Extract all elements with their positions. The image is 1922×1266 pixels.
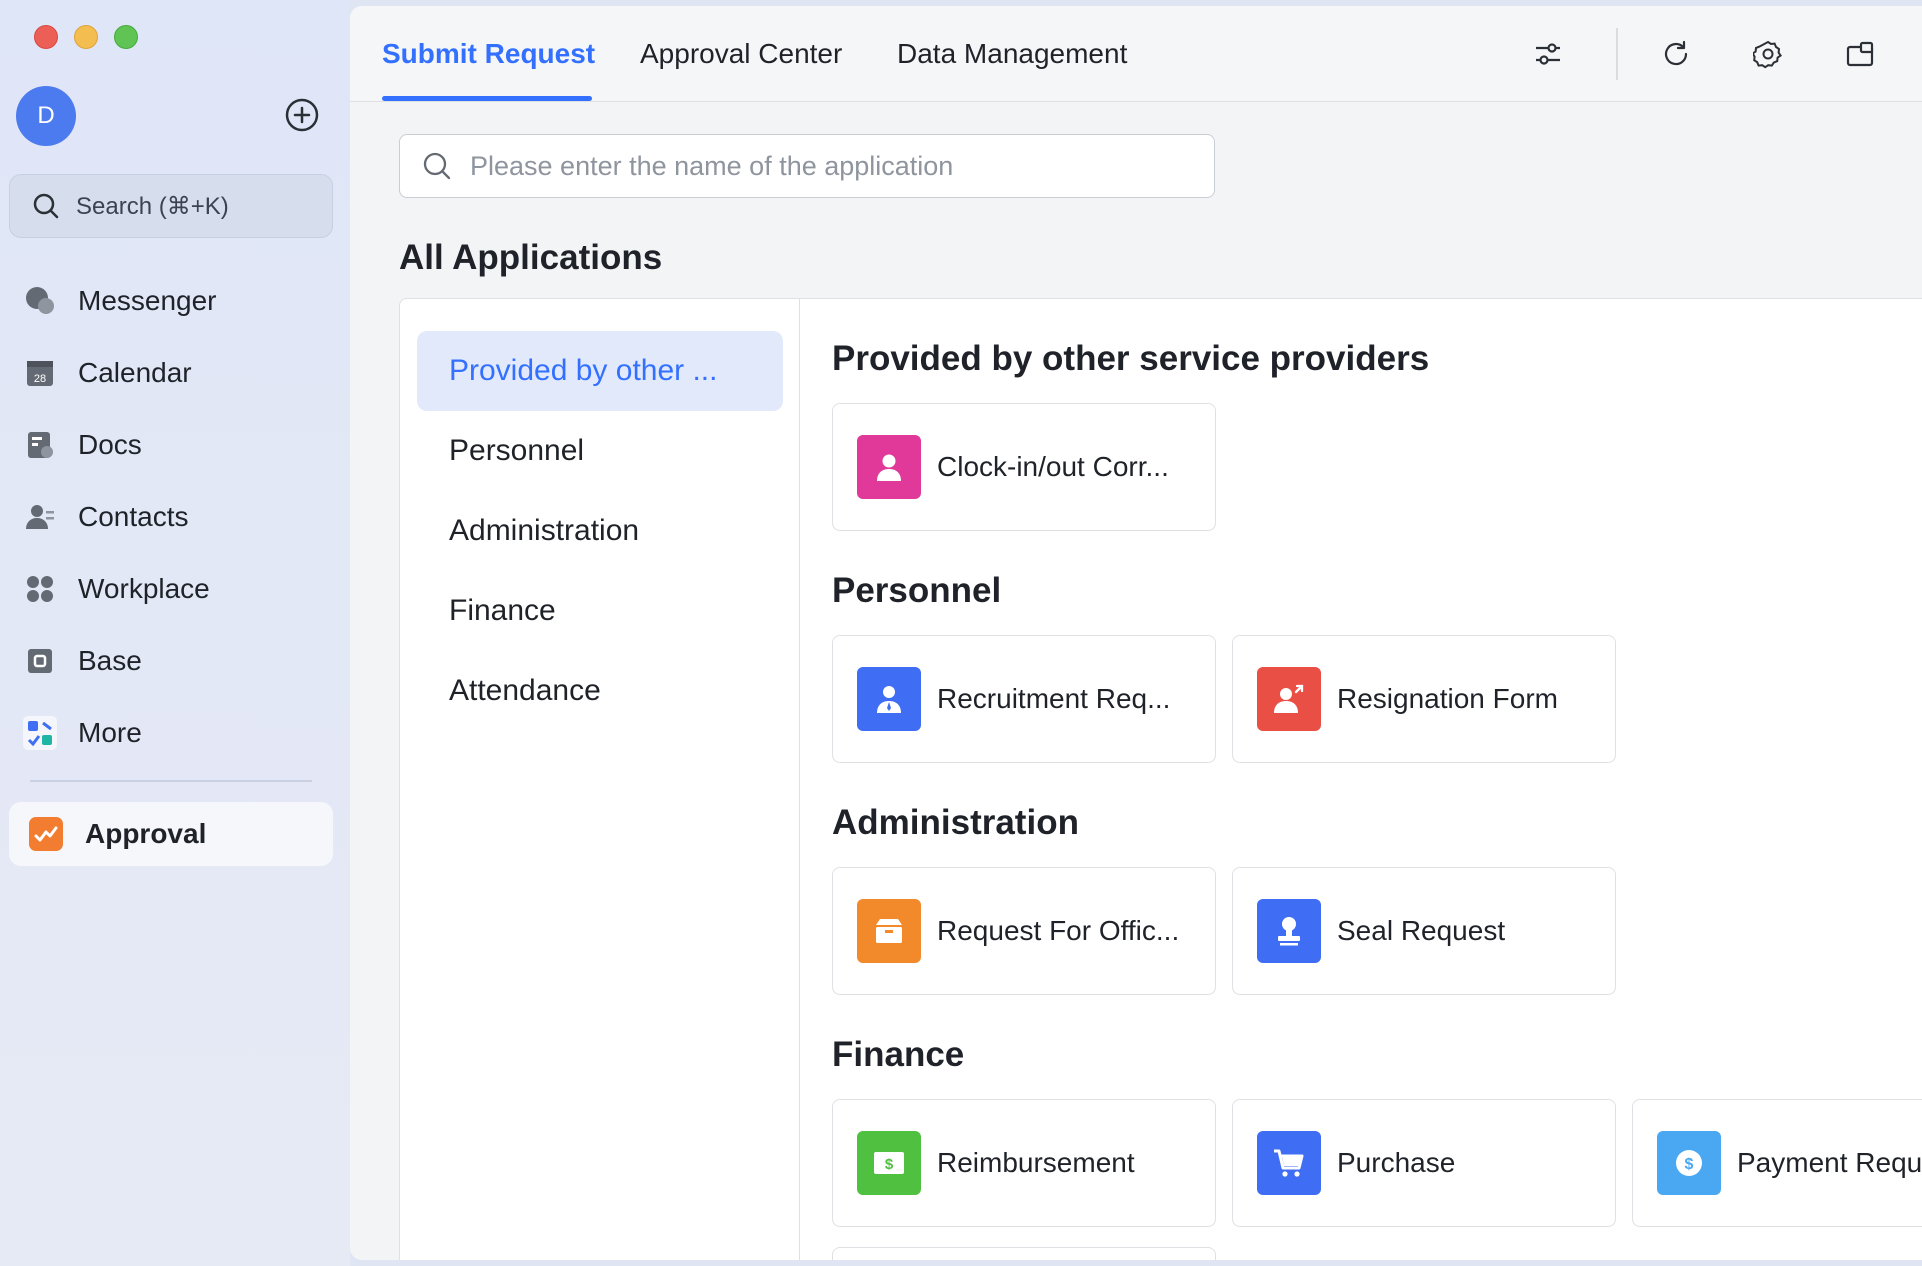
refresh-icon[interactable] xyxy=(1658,36,1694,72)
global-search-label: Search (⌘+K) xyxy=(76,192,229,220)
app-search-placeholder: Please enter the name of the application xyxy=(470,150,954,181)
add-circle-icon[interactable] xyxy=(284,97,320,133)
app-card-label: Seal Request xyxy=(1337,915,1506,946)
sidebar-item-workplace[interactable]: Workplace xyxy=(22,553,332,625)
group-title: Provided by other service providers xyxy=(832,339,1430,378)
zoom-window-button[interactable] xyxy=(114,25,138,49)
stamp-icon xyxy=(1257,899,1321,963)
applications-panel: Provided by other ... Personnel Administ… xyxy=(399,298,1922,1260)
app-card-label: Request For Offic... xyxy=(937,915,1180,946)
app-card-clock-in-out[interactable]: Clock-in/out Corr... xyxy=(832,403,1216,531)
avatar[interactable]: D xyxy=(16,86,76,146)
minimize-window-button[interactable] xyxy=(74,25,98,49)
sidebar-item-approval[interactable]: Approval xyxy=(9,802,333,866)
cash-icon: $ xyxy=(857,1131,921,1195)
workplace-icon xyxy=(22,571,58,607)
more-icon xyxy=(22,715,58,751)
app-card-purchase[interactable]: Purchase xyxy=(1232,1099,1616,1227)
app-card-seal-request[interactable]: Seal Request xyxy=(1232,867,1616,995)
global-search-button[interactable]: Search (⌘+K) xyxy=(9,174,333,238)
category-item-finance[interactable]: Finance xyxy=(417,571,783,651)
sidebar-divider xyxy=(30,780,312,782)
approval-icon xyxy=(29,817,63,851)
calendar-icon-date: 28 xyxy=(34,373,46,385)
app-card-reimbursement[interactable]: $ Reimbursement xyxy=(832,1099,1216,1227)
search-icon xyxy=(33,193,59,219)
app-card-label: Reimbursement xyxy=(937,1147,1135,1178)
app-card-label: Resignation Form xyxy=(1337,683,1558,714)
active-tab-indicator xyxy=(382,96,592,101)
sidebar-item-label: Workplace xyxy=(78,573,210,604)
person-exit-icon xyxy=(1257,667,1321,731)
cart-icon xyxy=(1257,1131,1321,1195)
docs-icon xyxy=(22,427,58,463)
calendar-icon: 28 xyxy=(22,355,58,391)
sidebar-item-more[interactable]: More xyxy=(22,697,332,769)
app-card-resignation-form[interactable]: Resignation Form xyxy=(1232,635,1616,763)
category-list: Provided by other ... Personnel Administ… xyxy=(400,299,800,1260)
person-badge-icon xyxy=(857,667,921,731)
person-icon xyxy=(857,435,921,499)
base-icon xyxy=(22,643,58,679)
sidebar-item-label: Contacts xyxy=(78,501,189,532)
filter-sliders-icon[interactable] xyxy=(1530,36,1566,72)
contacts-icon xyxy=(22,499,58,535)
sidebar-nav: Messenger 28 Calendar Docs Contacts Work… xyxy=(22,265,332,769)
group-title: Administration xyxy=(832,803,1079,842)
app-search-input[interactable]: Please enter the name of the application xyxy=(399,134,1215,198)
sidebar-item-label: Messenger xyxy=(78,285,217,316)
app-card-recruitment[interactable]: Recruitment Req... xyxy=(832,635,1216,763)
window-controls xyxy=(34,25,138,49)
toolbar-separator xyxy=(1616,28,1618,80)
app-card-partial[interactable] xyxy=(832,1247,1216,1260)
tab-approval-center[interactable]: Approval Center xyxy=(640,38,842,70)
app-card-office-supplies[interactable]: Request For Offic... xyxy=(832,867,1216,995)
sidebar-item-label: Docs xyxy=(78,429,142,460)
sidebar-item-base[interactable]: Base xyxy=(22,625,332,697)
sidebar-item-calendar[interactable]: 28 Calendar xyxy=(22,337,332,409)
new-window-icon[interactable] xyxy=(1842,36,1878,72)
tab-data-management[interactable]: Data Management xyxy=(897,38,1127,70)
sidebar-item-label: Base xyxy=(78,645,142,676)
group-title: Personnel xyxy=(832,571,1002,610)
app-card-payment-request[interactable]: $ Payment Requ xyxy=(1632,1099,1922,1227)
search-icon xyxy=(423,152,451,180)
category-item-administration[interactable]: Administration xyxy=(417,491,783,571)
sidebar-item-docs[interactable]: Docs xyxy=(22,409,332,481)
tab-submit-request[interactable]: Submit Request xyxy=(382,38,595,70)
sidebar-item-label: Calendar xyxy=(78,357,192,388)
cash-icon-symbol: $ xyxy=(885,1156,894,1173)
sidebar-item-label: Approval xyxy=(85,818,207,849)
sidebar-item-label: More xyxy=(78,717,142,748)
app-card-label: Recruitment Req... xyxy=(937,683,1171,714)
page-title: All Applications xyxy=(399,238,663,277)
sidebar-item-contacts[interactable]: Contacts xyxy=(22,481,332,553)
category-item-attendance[interactable]: Attendance xyxy=(417,651,783,731)
top-bar: Submit Request Approval Center Data Mana… xyxy=(350,6,1922,102)
coin-icon-symbol: $ xyxy=(1685,1156,1694,1173)
category-item-provided-by-other[interactable]: Provided by other ... xyxy=(417,331,783,411)
messenger-icon xyxy=(22,283,58,319)
close-window-button[interactable] xyxy=(34,25,58,49)
group-title: Finance xyxy=(832,1035,965,1074)
app-card-label: Clock-in/out Corr... xyxy=(937,451,1169,482)
sidebar: D Search (⌘+K) Messenger 28 Calendar Doc… xyxy=(0,0,350,1266)
app-card-label: Payment Requ xyxy=(1737,1147,1922,1178)
app-card-label: Purchase xyxy=(1337,1147,1456,1178)
category-item-personnel[interactable]: Personnel xyxy=(417,411,783,491)
sidebar-item-messenger[interactable]: Messenger xyxy=(22,265,332,337)
settings-gear-icon[interactable] xyxy=(1750,36,1786,72)
coin-icon: $ xyxy=(1657,1131,1721,1195)
box-icon xyxy=(857,899,921,963)
main-content: Submit Request Approval Center Data Mana… xyxy=(350,6,1922,1260)
